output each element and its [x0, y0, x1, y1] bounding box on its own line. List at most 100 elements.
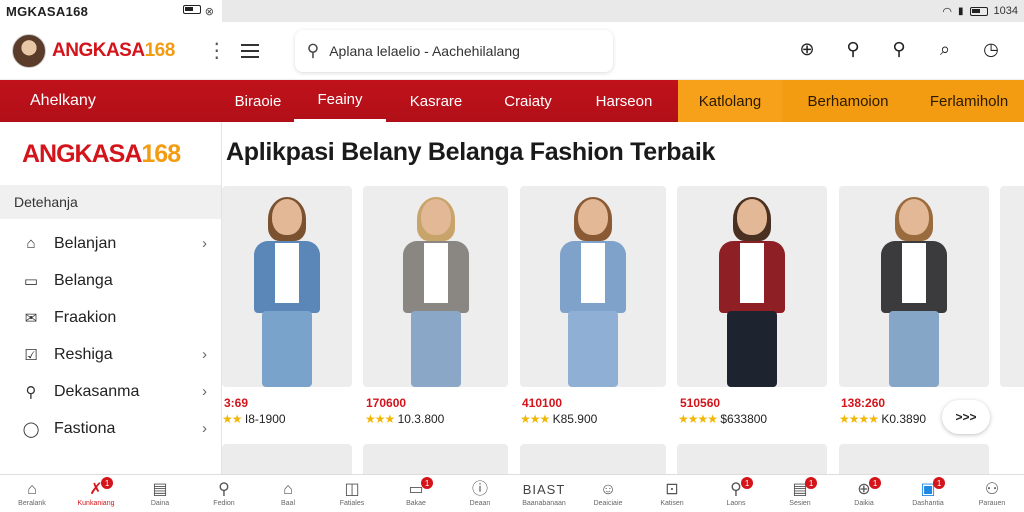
bottom-item-baal[interactable]: ⌂ Baal	[256, 475, 320, 512]
chevron-right-icon: ›	[202, 235, 207, 252]
bottom-item-beralank[interactable]: ⌂ Beralank	[0, 475, 64, 512]
battery-icon-right	[969, 6, 988, 16]
product-rating: ★★★ K85.900	[520, 412, 597, 426]
chat-icon[interactable]: ⌕	[932, 36, 958, 62]
nav-first[interactable]: Ahelkany	[0, 80, 222, 122]
globe-icon[interactable]: ⊕	[794, 36, 820, 62]
notification-badge: 1	[741, 477, 754, 489]
chevron-right-icon: ›	[202, 346, 207, 363]
product-card[interactable]	[222, 186, 352, 387]
bottom-item-daina[interactable]: ▤ Daina	[128, 475, 192, 512]
product-card[interactable]	[363, 186, 508, 387]
status-icons: ⊗	[182, 4, 214, 18]
sidebar-logo[interactable]: ANGKASA168	[22, 140, 221, 169]
product-card-row2[interactable]	[363, 444, 508, 474]
hamburger-menu-icon[interactable]	[240, 43, 259, 58]
tab-craiaty[interactable]: Craiaty	[486, 80, 570, 122]
product-card[interactable]	[839, 186, 989, 387]
bottom-item-fatiales[interactable]: ◫ Fatiales	[320, 475, 384, 512]
tab-kasrare[interactable]: Kasrare	[386, 80, 486, 122]
sidebar-item-label: Dekasanma	[54, 382, 140, 400]
book-icon: ◫	[344, 481, 360, 498]
product-image	[707, 197, 797, 387]
bottom-label: Deaan	[469, 500, 491, 507]
bottom-label: Fatiales	[339, 500, 365, 507]
status-clock: 1034	[993, 5, 1018, 17]
bottom-item-bakae[interactable]: ▭ 1 Bakae	[384, 475, 448, 512]
sidebar-item-fraakion[interactable]: ✉ Fraakion	[0, 299, 221, 336]
brand-logo[interactable]: ANGKASA168	[52, 40, 175, 62]
text-icon: BIAST	[522, 482, 566, 497]
bottom-item-laons[interactable]: ⚲ 1 Laons	[704, 475, 768, 512]
product-card[interactable]	[520, 186, 666, 387]
header-icons: ⊕ ⚲ ⚲ ⌕ ◷	[794, 36, 1004, 62]
bottom-item-parauen[interactable]: ⚇ Parauen	[960, 475, 1024, 512]
bottom-item-katisen[interactable]: ⊡ Katisen	[640, 475, 704, 512]
more-menu-icon[interactable]: ⋮	[207, 38, 227, 63]
search-icon[interactable]: ⚲	[840, 36, 866, 62]
bottom-item-deaiciaie[interactable]: ☺ Deaiciaie	[576, 475, 640, 512]
search-icon: ⚲	[218, 481, 230, 498]
bottom-label: Daikia	[854, 500, 874, 507]
rating-text: 10.3.800	[397, 412, 445, 426]
sidebar-item-label: Fraakion	[54, 308, 117, 326]
sidebar-item-dekasanma[interactable]: ⚲ Dekasanma ›	[0, 373, 221, 410]
sidebar-item-label: Belanga	[54, 271, 113, 289]
search-alt-icon[interactable]: ⚲	[886, 36, 912, 62]
sidebar-item-belanjan[interactable]: ⌂ Belanjan ›	[0, 225, 221, 262]
chevron-right-icon: ›	[202, 420, 207, 437]
search-icon: ⚲	[730, 481, 742, 498]
sidebar-item-reshiga[interactable]: ☑ Reshiga ›	[0, 336, 221, 373]
product-price: 170600	[366, 396, 407, 410]
search-input[interactable]: Aplana lelaelio - Aachehilalang	[329, 43, 520, 59]
notification-badge: 1	[421, 477, 434, 489]
sidebar-list: ⌂ Belanjan › ▭ Belanga ✉ Fraakion ☑ Resh…	[0, 225, 221, 447]
sidebar-item-belanga[interactable]: ▭ Belanga	[0, 262, 221, 299]
product-image	[242, 197, 332, 387]
clock-icon[interactable]: ◷	[978, 36, 1004, 62]
tab-berhamoion[interactable]: Berhamoion	[782, 80, 914, 122]
bottom-item-dashantia[interactable]: ▣ 1 Dashantia	[896, 475, 960, 512]
notification-badge: 1	[869, 477, 882, 489]
signal-icon: ▮	[958, 5, 964, 17]
search-bar[interactable]: ⚲ Aplana lelaelio - Aachehilalang	[294, 29, 613, 72]
product-card-partial[interactable]	[1000, 186, 1024, 387]
product-price: 138:260	[841, 396, 886, 410]
next-button[interactable]: >>>	[942, 400, 990, 434]
home-icon: ⌂	[27, 481, 37, 498]
bottom-item-sesien[interactable]: ▤ 1 Sesien	[768, 475, 832, 512]
bottom-nav: ⌂ Beralank ✗ 1 Kunkaniang ▤ Daina ⚲ Fedion ⌂ B…	[0, 474, 1024, 512]
product-card-row2[interactable]	[520, 444, 666, 474]
product-rating: ★★ I8-1900	[222, 412, 286, 426]
tab-katlolang[interactable]: Katlolang	[678, 80, 782, 122]
bottom-item-baanabanaan[interactable]: BIAST Baanabanaan	[512, 475, 576, 512]
page-title: Aplikpasi Belany Belanga Fashion Terbaik	[226, 138, 716, 166]
product-card-row2[interactable]	[839, 444, 989, 474]
sidebar-field[interactable]: Detehanja	[0, 185, 221, 219]
tab-feainy[interactable]: Feainy	[294, 80, 386, 122]
product-card-row2[interactable]	[222, 444, 352, 474]
sidebar-item-fastiona[interactable]: ◯ Fastiona ›	[0, 410, 221, 447]
product-card-row2[interactable]	[677, 444, 827, 474]
info-icon: ⓘ	[471, 481, 488, 498]
tab-harseon[interactable]: Harseon	[570, 80, 678, 122]
rating-text: K0.3890	[881, 412, 927, 426]
bottom-item-deaan[interactable]: ⓘ Deaan	[448, 475, 512, 512]
face-icon: ☺	[599, 481, 617, 498]
star-icon: ★★	[222, 412, 242, 426]
sidebar-item-label: Belanjan	[54, 234, 117, 252]
bottom-label: Baal	[280, 500, 295, 507]
product-image	[869, 197, 959, 387]
bottom-label: Kunkaniang	[77, 500, 115, 507]
star-icon: ★★★★	[678, 412, 718, 426]
product-card[interactable]	[677, 186, 827, 387]
tab-ferlamiholn[interactable]: Ferlamiholn	[914, 80, 1024, 122]
bottom-item-kunkaniang[interactable]: ✗ 1 Kunkaniang	[64, 475, 128, 512]
product-rating: ★★★★ $633800	[678, 412, 767, 426]
bottom-item-daikia[interactable]: ⊕ 1 Daikia	[832, 475, 896, 512]
avatar[interactable]	[12, 33, 46, 68]
bottom-item-fedion[interactable]: ⚲ Fedion	[192, 475, 256, 512]
tab-biraoie[interactable]: Biraoie	[222, 80, 294, 122]
battery-icon	[182, 4, 201, 14]
bottom-label: Fedion	[213, 500, 235, 507]
